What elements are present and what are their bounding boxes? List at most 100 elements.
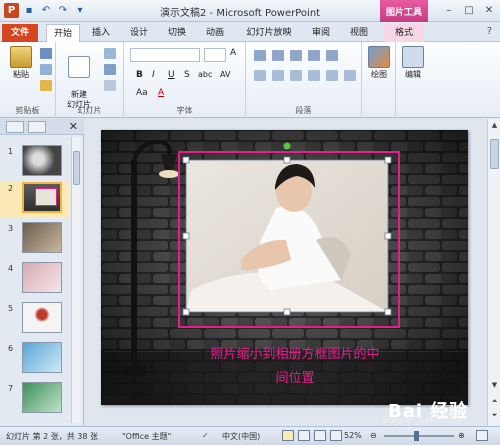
tab-review[interactable]: 审阅 (306, 24, 336, 42)
paste-icon (10, 46, 32, 68)
align-center-icon[interactable] (272, 70, 284, 81)
minimize-button[interactable]: – (442, 3, 456, 17)
increase-indent-icon[interactable] (308, 50, 320, 61)
thumbnail-number: 4 (8, 264, 14, 273)
save-icon[interactable]: ▪ (22, 4, 36, 18)
tab-design[interactable]: 设计 (124, 24, 154, 42)
slide-thumbnail[interactable]: 5 (0, 302, 70, 338)
section-icon[interactable] (104, 80, 116, 91)
title-bar: P ▪ ↶ ↷ ▾ 演示文稿2 - Microsoft PowerPoint 图… (0, 0, 500, 22)
slides-group-label: 幻灯片 (77, 106, 102, 115)
line-spacing-icon[interactable] (326, 50, 338, 61)
editing-button[interactable]: 编辑 (396, 46, 430, 80)
bullets-icon[interactable] (254, 50, 266, 61)
slide-thumbnail[interactable]: 3 (0, 222, 70, 258)
slide-thumbnail-selected[interactable]: 2 (0, 182, 70, 218)
editor-vertical-scrollbar[interactable]: ▲ ▼ ⏶ ⏷ (487, 119, 500, 426)
zoom-in-icon[interactable]: ⊕ (458, 431, 465, 440)
zoom-out-icon[interactable]: ⊖ (370, 431, 377, 440)
zoom-slider-track[interactable] (384, 435, 454, 437)
font-size-input[interactable] (204, 48, 226, 62)
scroll-down-icon[interactable]: ▼ (490, 381, 499, 391)
font-color-button[interactable]: A (158, 88, 164, 98)
reset-icon[interactable] (104, 64, 116, 75)
pane-close-icon[interactable]: ✕ (69, 120, 78, 133)
previous-slide-icon[interactable]: ⏶ (490, 397, 499, 407)
zoom-level[interactable]: 52% (344, 431, 362, 440)
scroll-up-icon[interactable]: ▲ (490, 121, 499, 131)
thumbnail-number: 1 (8, 147, 14, 156)
pane-tabs: ✕ (0, 119, 84, 135)
align-left-icon[interactable] (254, 70, 266, 81)
thumbnail-image (22, 145, 62, 176)
slide-thumbnail[interactable]: 7 (0, 382, 70, 418)
italic-button[interactable]: I (152, 70, 155, 80)
align-right-icon[interactable] (290, 70, 302, 81)
font-group: A B I U S abc AV Aa A 字体 (124, 42, 246, 118)
powerpoint-logo-icon[interactable]: P (4, 3, 19, 18)
columns-icon[interactable] (326, 70, 338, 81)
change-case-button[interactable]: Aa (136, 88, 148, 98)
numbering-icon[interactable] (272, 50, 284, 61)
paste-button[interactable]: 粘贴 (4, 46, 38, 80)
redo-icon[interactable]: ↷ (56, 4, 70, 18)
slideshow-icon[interactable] (330, 430, 342, 441)
slide-thumbnail[interactable]: 6 (0, 342, 70, 378)
decrease-indent-icon[interactable] (290, 50, 302, 61)
scrollbar-thumb[interactable] (490, 139, 499, 169)
cut-icon[interactable] (40, 48, 52, 59)
slide-sorter-icon[interactable] (298, 430, 310, 441)
new-slide-button[interactable]: 新建 幻灯片 (62, 46, 96, 110)
tab-view[interactable]: 视图 (344, 24, 374, 42)
text-direction-icon[interactable] (344, 70, 356, 81)
justify-icon[interactable] (308, 70, 320, 81)
grow-font-icon[interactable]: A (230, 48, 236, 58)
current-slide[interactable]: 照片缩小到相册方框图片的中 间位置 (101, 130, 468, 405)
drawing-button[interactable]: 绘图 (362, 46, 396, 80)
strikethrough-button[interactable]: abc (198, 70, 212, 79)
tab-animations[interactable]: 动画 (200, 24, 230, 42)
slides-tab[interactable] (6, 121, 24, 133)
tab-insert[interactable]: 插入 (86, 24, 116, 42)
next-slide-icon[interactable]: ⏷ (490, 411, 499, 421)
new-slide-icon (68, 56, 90, 78)
format-painter-icon[interactable] (40, 80, 52, 91)
customize-qat-icon[interactable]: ▾ (73, 4, 87, 18)
paragraph-group-label: 段落 (295, 106, 312, 115)
spelling-check-icon[interactable]: ✓ (202, 431, 209, 440)
tab-format[interactable]: 格式 (384, 24, 424, 42)
undo-icon[interactable]: ↶ (39, 4, 53, 18)
slide-thumbnail[interactable]: 4 (0, 262, 70, 298)
baidu-watermark-url: jingyan.baidu.com (383, 416, 467, 426)
slide-editor: 照片缩小到相册方框图片的中 间位置 ▲ ▼ ⏶ ⏷ (85, 119, 500, 426)
underline-button[interactable]: U (168, 70, 175, 80)
normal-view-icon[interactable] (282, 430, 294, 441)
zoom-slider-thumb[interactable] (414, 431, 419, 441)
language-indicator[interactable]: 中文(中国) (222, 431, 260, 442)
slide-caption-line1[interactable]: 照片缩小到相册方框图片的中 (175, 343, 415, 362)
rotate-handle[interactable] (283, 142, 291, 150)
maximize-button[interactable]: □ (462, 3, 476, 17)
thumbnail-image (22, 182, 62, 213)
char-spacing-button[interactable]: AV (220, 70, 230, 79)
tab-file[interactable]: 文件 (2, 24, 38, 42)
reading-view-icon[interactable] (314, 430, 326, 441)
font-name-input[interactable] (130, 48, 200, 62)
slide-caption-line2[interactable]: 间位置 (175, 367, 415, 386)
slide-thumbnail[interactable]: 1 (0, 145, 70, 181)
shadow-button[interactable]: S (184, 70, 190, 80)
close-button[interactable]: ✕ (482, 3, 496, 17)
thumbnail-scrollbar[interactable] (71, 137, 81, 423)
bold-button[interactable]: B (136, 70, 143, 80)
scrollbar-thumb[interactable] (73, 151, 80, 185)
tab-home[interactable]: 开始 (46, 24, 80, 42)
help-icon[interactable]: ? (487, 26, 492, 37)
outline-tab[interactable] (28, 121, 46, 133)
copy-icon[interactable] (40, 64, 52, 75)
tab-transitions[interactable]: 切换 (162, 24, 192, 42)
ribbon-tabs: 文件 开始 插入 设计 切换 动画 幻灯片放映 审阅 视图 格式 ? (0, 22, 500, 42)
layout-icon[interactable] (104, 48, 116, 59)
selected-photo[interactable] (186, 160, 388, 312)
tab-slideshow[interactable]: 幻灯片放映 (240, 24, 298, 42)
fit-to-window-icon[interactable] (476, 430, 488, 441)
